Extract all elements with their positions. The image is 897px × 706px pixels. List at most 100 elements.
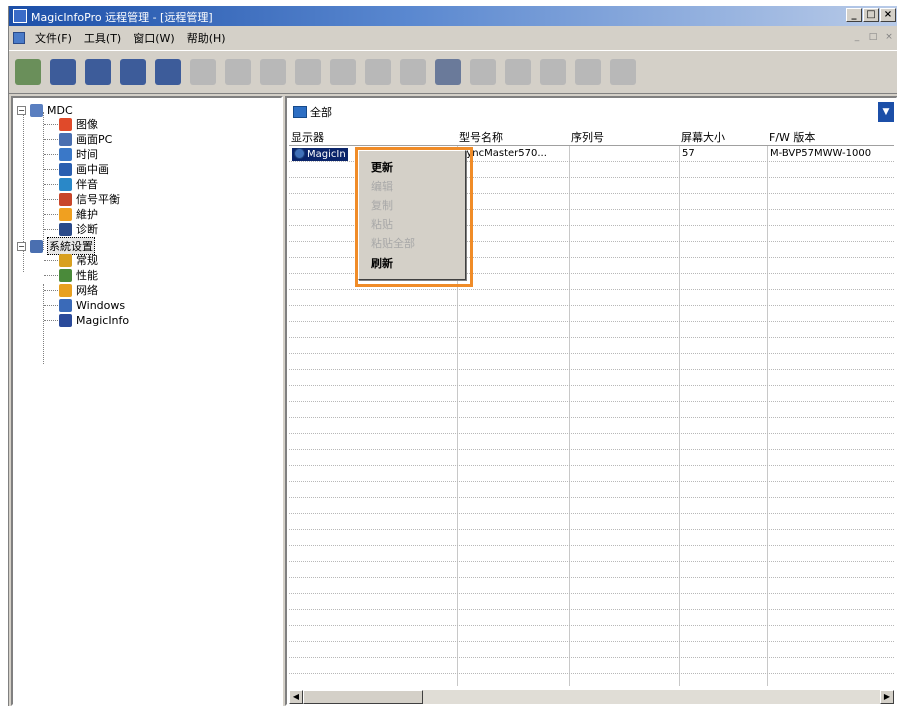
menu-file[interactable]: 文件(F) [29, 30, 78, 46]
chevron-down-icon[interactable]: ▼ [878, 102, 894, 122]
delete-tool-button[interactable] [398, 55, 428, 89]
schedule-tool-button[interactable] [468, 55, 498, 89]
empty-row [289, 290, 894, 306]
redo-tool-icon [575, 59, 601, 85]
close-button[interactable]: × [880, 8, 896, 22]
tree-item-label: 诊断 [76, 223, 98, 236]
add-device-tool-icon [295, 59, 321, 85]
tree-item-6[interactable]: 維护 [59, 206, 98, 222]
cell-screen-size: 57 [682, 148, 695, 159]
column-model[interactable]: 型号名称 [457, 126, 569, 145]
add-device-tool-button[interactable] [293, 55, 323, 89]
setting-icon [59, 253, 72, 267]
tree-item-2[interactable]: 时间 [59, 146, 98, 162]
tree-item-system-4[interactable]: MagicInfo [59, 312, 129, 328]
mdi-minimize-button[interactable]: _ [850, 31, 864, 44]
app-window: MagicInfoPro 远程管理 - [远程管理] _ □ × 文件(F) 工… [8, 6, 897, 706]
maximize-button[interactable]: □ [863, 8, 879, 22]
tree-item-label: 信号平衡 [76, 193, 120, 206]
empty-row [289, 418, 894, 434]
empty-row [289, 434, 894, 450]
group-icon [293, 106, 307, 118]
menu-help[interactable]: 帮助(H) [181, 30, 232, 46]
preview-tool-button[interactable] [258, 55, 288, 89]
tree-item-4[interactable]: 伴音 [59, 176, 98, 192]
connect-tool-button[interactable] [363, 55, 393, 89]
horizontal-scrollbar[interactable]: ◀ ▶ [289, 690, 894, 704]
column-fw-version[interactable]: F/W 版本 [767, 126, 894, 145]
system-icon [30, 239, 43, 253]
text-tool-button[interactable] [153, 55, 183, 89]
column-serial[interactable]: 序列号 [569, 126, 679, 145]
tree-item-system-1[interactable]: 性能 [59, 267, 98, 283]
tree-item-label: 性能 [76, 269, 98, 282]
setting-icon [59, 147, 72, 161]
empty-row [289, 546, 894, 562]
scroll-left-icon[interactable]: ◀ [289, 690, 303, 704]
menu-bar: 文件(F) 工具(T) 窗口(W) 帮助(H) _ □ × [9, 28, 897, 48]
column-screen-size[interactable]: 屏幕大小 [679, 126, 767, 145]
mdc-icon [30, 103, 43, 117]
scroll-thumb[interactable] [303, 690, 423, 704]
window-title: MagicInfoPro 远程管理 - [远程管理] [31, 11, 213, 24]
undo-tool-icon [540, 59, 566, 85]
setting-icon [59, 162, 72, 176]
group-selector-value: 全部 [310, 106, 332, 119]
settings-tool-icon [120, 59, 146, 85]
title-bar[interactable]: MagicInfoPro 远程管理 - [远程管理] _ □ × [9, 6, 897, 26]
preview-tool-icon [260, 59, 286, 85]
delete-tool-icon [400, 59, 426, 85]
save-tool-icon [225, 59, 251, 85]
tree-item-system-0[interactable]: 常规 [59, 252, 98, 268]
schedule2-tool-button[interactable] [503, 55, 533, 89]
clock-tool-button[interactable] [83, 55, 113, 89]
save-tool-button[interactable] [223, 55, 253, 89]
tree-item-system-2[interactable]: 网络 [59, 282, 98, 298]
setting-icon [59, 177, 72, 191]
menu-window[interactable]: 窗口(W) [127, 30, 180, 46]
scroll-right-icon[interactable]: ▶ [880, 690, 894, 704]
setting-icon [59, 268, 72, 282]
menu-tools[interactable]: 工具(T) [78, 30, 127, 46]
collapse-icon[interactable]: − [17, 241, 26, 251]
device-status-icon [294, 148, 305, 159]
tree-item-0[interactable]: 图像 [59, 116, 98, 132]
undo-tool-button[interactable] [538, 55, 568, 89]
info-tool-button[interactable] [608, 55, 638, 89]
image-tool-button[interactable] [188, 55, 218, 89]
redo-tool-button[interactable] [573, 55, 603, 89]
empty-row [289, 578, 894, 594]
empty-row [289, 514, 894, 530]
monitor-tool-button[interactable] [48, 55, 78, 89]
tree-item-5[interactable]: 信号平衡 [59, 191, 120, 207]
info-tool-icon [610, 59, 636, 85]
setting-icon [59, 222, 72, 236]
tree-item-system-3[interactable]: Windows [59, 297, 125, 313]
tree-item-label: MagicInfo [76, 313, 130, 327]
mdc-display-tool-icon [15, 59, 41, 85]
group-selector[interactable]: 全部 ▼ [291, 102, 894, 122]
mdi-close-button[interactable]: × [882, 31, 896, 44]
settings-tool-button[interactable] [118, 55, 148, 89]
tree-item-label: 画中画 [76, 163, 109, 176]
empty-row [289, 626, 894, 642]
text-tool-icon [155, 59, 181, 85]
tree-item-3[interactable]: 画中画 [59, 161, 109, 177]
refresh-tool-button[interactable] [433, 55, 463, 89]
setting-icon [59, 192, 72, 206]
document-icon[interactable] [13, 32, 25, 44]
minimize-button[interactable]: _ [846, 8, 862, 22]
column-display[interactable]: 显示器 [289, 126, 457, 145]
tree-item-label: 維护 [76, 208, 98, 221]
tree-item-7[interactable]: 诊断 [59, 221, 98, 237]
empty-row [289, 562, 894, 578]
tree-item-1[interactable]: 画面PC [59, 131, 112, 147]
empty-row [289, 498, 894, 514]
mdc-display-tool-button[interactable] [13, 55, 43, 89]
copy-device-tool-button[interactable] [328, 55, 358, 89]
cell-model: SyncMaster570... [460, 148, 547, 159]
monitor-tool-icon [50, 59, 76, 85]
mdi-restore-button[interactable]: □ [866, 31, 880, 44]
collapse-icon[interactable]: − [17, 105, 26, 115]
setting-icon [59, 132, 72, 146]
